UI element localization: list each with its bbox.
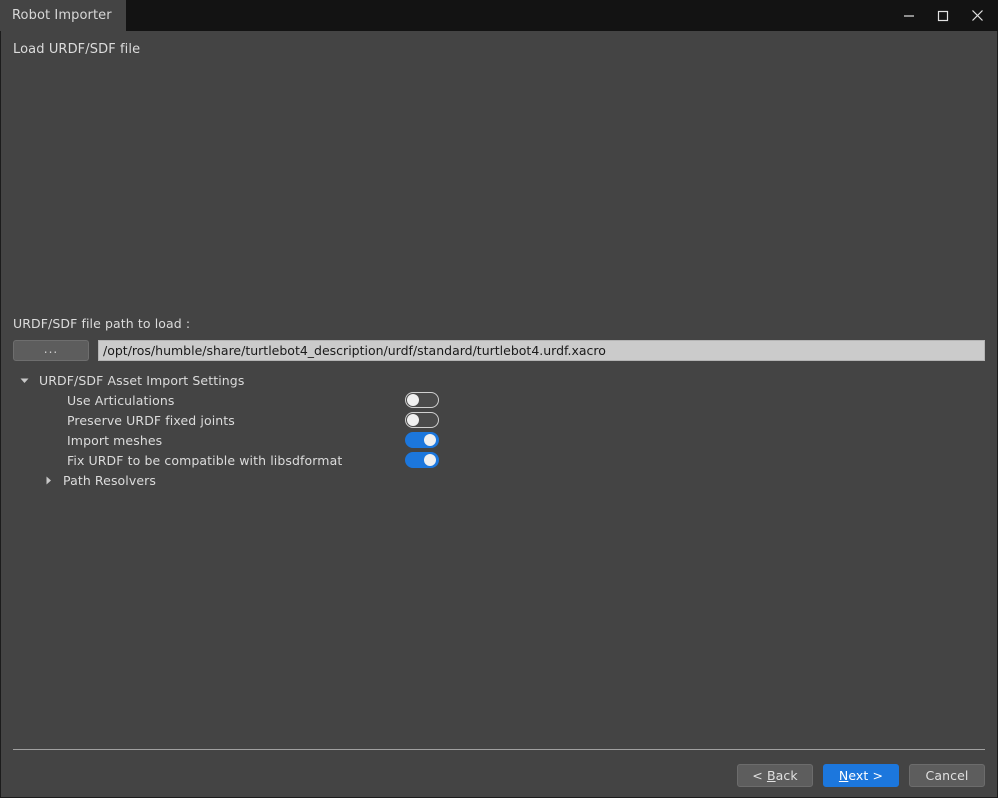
file-path-label: URDF/SDF file path to load : (13, 316, 985, 331)
toggle-import-meshes[interactable] (405, 432, 439, 448)
close-button[interactable] (960, 0, 994, 31)
settings-group-label: URDF/SDF Asset Import Settings (39, 373, 244, 388)
setting-row-fix-urdf-libsdformat: Fix URDF to be compatible with libsdform… (13, 450, 985, 470)
minimize-button[interactable] (892, 0, 926, 31)
footer-button-row: < Back Next > Cancel (13, 764, 985, 787)
cancel-button[interactable]: Cancel (909, 764, 985, 787)
robot-importer-window: Robot Importer Load URDF/SDF file (0, 0, 998, 798)
chevron-down-icon[interactable] (17, 376, 32, 385)
tab-robot-importer[interactable]: Robot Importer (0, 0, 126, 31)
browse-button[interactable]: ... (13, 340, 89, 361)
setting-row-preserve-urdf-fixed-joints: Preserve URDF fixed joints (13, 410, 985, 430)
page-title: Load URDF/SDF file (1, 31, 997, 57)
browse-button-label: ... (44, 343, 58, 355)
next-button[interactable]: Next > (823, 764, 899, 787)
toggle-knob (407, 414, 419, 426)
settings-subgroup-label: Path Resolvers (63, 473, 156, 488)
toggle-fix-urdf-libsdformat[interactable] (405, 452, 439, 468)
empty-preview-area (1, 57, 997, 316)
settings-subgroup-path-resolvers[interactable]: Path Resolvers (13, 470, 985, 490)
close-icon (971, 9, 984, 22)
setting-row-use-articulations: Use Articulations (13, 390, 985, 410)
dialog-content: Load URDF/SDF file URDF/SDF file path to… (0, 31, 998, 798)
setting-label: Use Articulations (67, 393, 174, 408)
toggle-knob (407, 394, 419, 406)
toggle-knob (424, 434, 436, 446)
cancel-button-label: Cancel (926, 768, 969, 783)
chevron-right-icon[interactable] (41, 476, 56, 485)
footer-divider (13, 749, 985, 750)
file-path-section: URDF/SDF file path to load : ... (1, 316, 997, 361)
back-button[interactable]: < Back (737, 764, 813, 787)
setting-label: Fix URDF to be compatible with libsdform… (67, 453, 342, 468)
setting-label: Import meshes (67, 433, 162, 448)
toggle-knob (424, 454, 436, 466)
file-path-input[interactable] (98, 340, 985, 361)
toggle-use-articulations[interactable] (405, 392, 439, 408)
next-button-label: Next > (839, 768, 883, 783)
setting-label: Preserve URDF fixed joints (67, 413, 235, 428)
window-controls (892, 0, 998, 31)
settings-filler (1, 490, 997, 749)
tab-strip: Robot Importer (0, 0, 126, 31)
maximize-icon (937, 10, 949, 22)
file-path-row: ... (13, 340, 985, 361)
settings-group-header[interactable]: URDF/SDF Asset Import Settings (13, 370, 985, 390)
toggle-preserve-urdf-fixed-joints[interactable] (405, 412, 439, 428)
back-button-label: < Back (752, 768, 797, 783)
maximize-button[interactable] (926, 0, 960, 31)
minimize-icon (903, 10, 915, 22)
setting-row-import-meshes: Import meshes (13, 430, 985, 450)
dialog-footer: < Back Next > Cancel (1, 749, 997, 797)
title-bar: Robot Importer (0, 0, 998, 31)
asset-import-settings-tree: URDF/SDF Asset Import Settings Use Artic… (1, 361, 997, 490)
tab-label: Robot Importer (12, 8, 112, 23)
